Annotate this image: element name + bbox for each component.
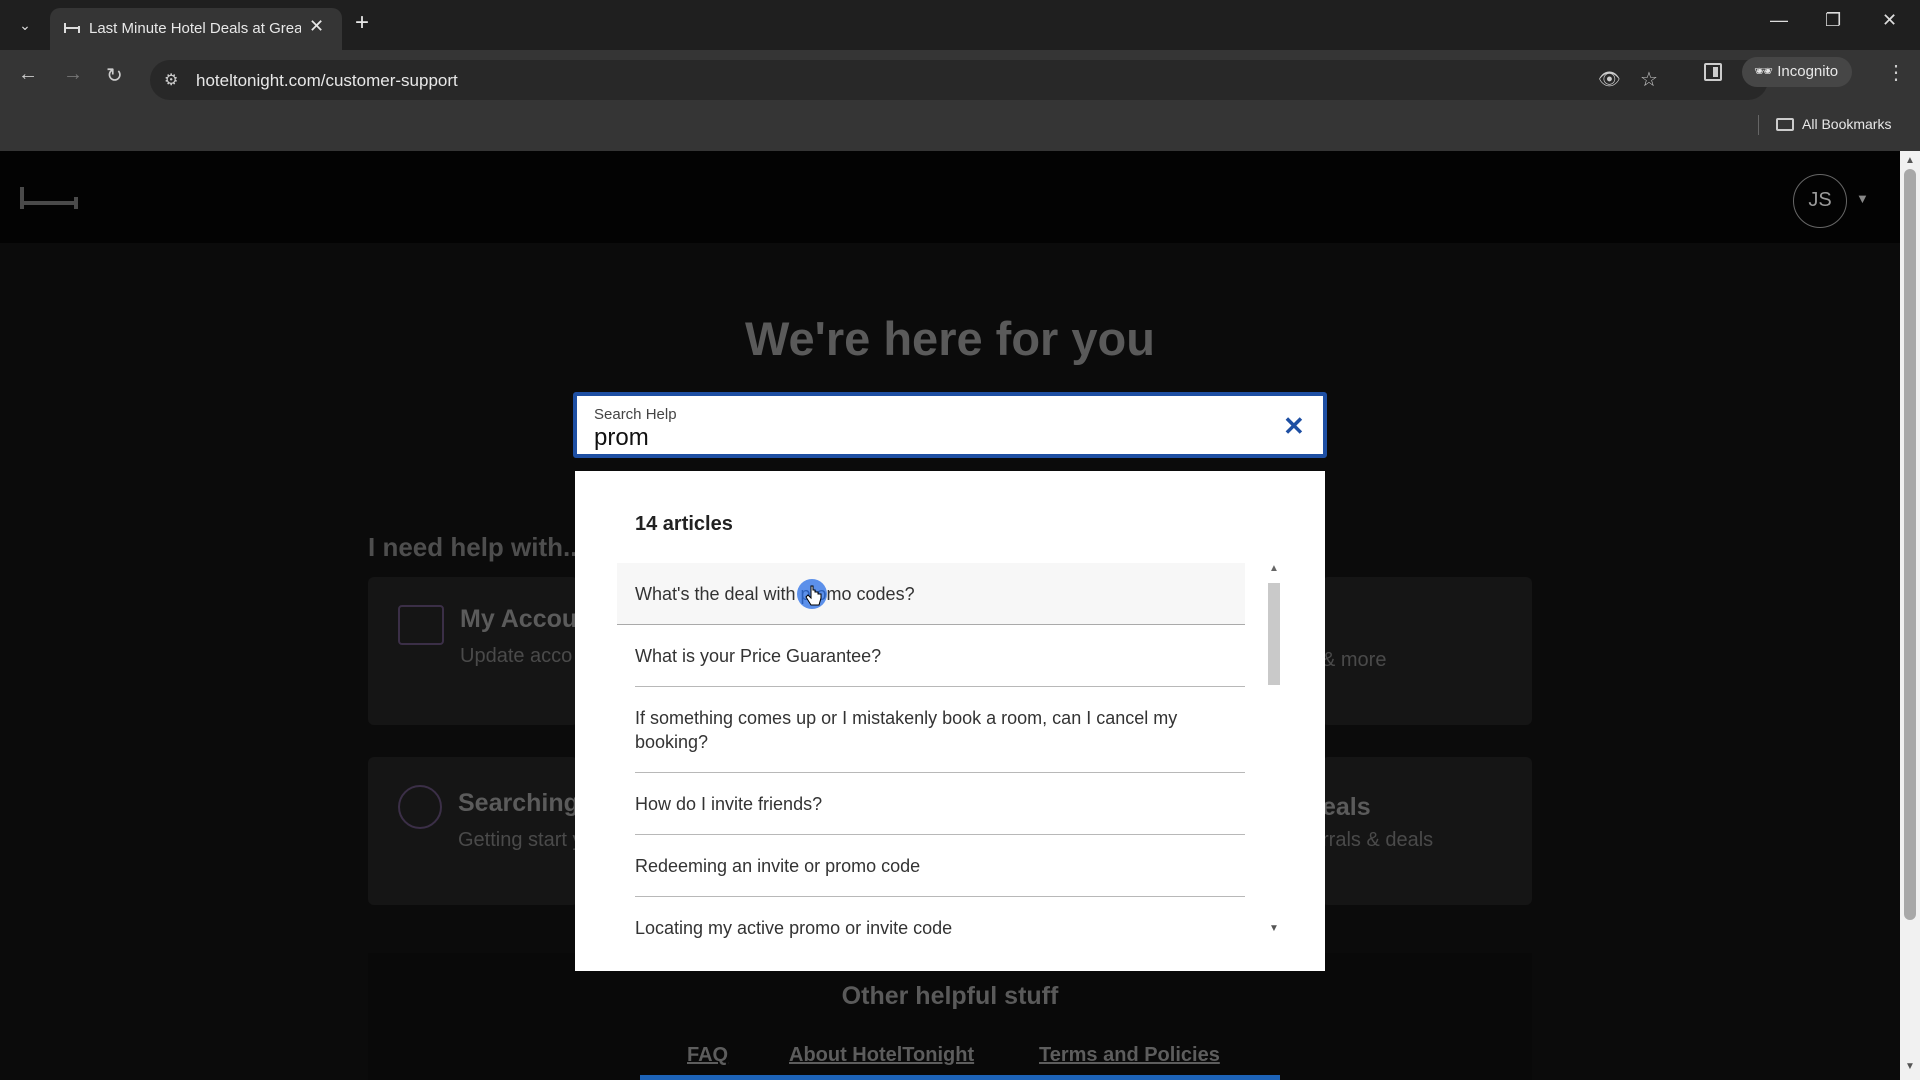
card-title-fragment: eals xyxy=(1322,793,1371,821)
help-card-right-top[interactable]: & more xyxy=(1322,577,1532,725)
card-description: Getting start your booking xyxy=(458,829,588,851)
restore-icon[interactable]: ❐ xyxy=(1825,10,1841,31)
list-item[interactable]: If something comes up or I mistakenly bo… xyxy=(635,687,1245,773)
browser-tab-strip: ⌄ Last Minute Hotel Deals at Grea ✕ + — … xyxy=(0,0,1920,50)
card-description-fragment: rrals & deals xyxy=(1322,829,1434,851)
help-card-right-bottom[interactable]: eals rrals & deals xyxy=(1322,757,1532,905)
tab-search-chevron-icon[interactable]: ⌄ xyxy=(10,13,40,37)
avatar[interactable]: JS xyxy=(1793,174,1847,228)
card-description-fragment: & more xyxy=(1322,649,1387,671)
account-icon xyxy=(398,605,444,645)
active-tab[interactable]: Last Minute Hotel Deals at Grea ✕ xyxy=(50,8,342,50)
scroll-down-icon[interactable]: ▼ xyxy=(1905,1061,1915,1072)
search-results-dropdown: 14 articles What's the deal with promo c… xyxy=(575,471,1325,971)
chevron-down-icon[interactable]: ▼ xyxy=(1856,191,1869,206)
globe-icon xyxy=(398,785,442,829)
list-scroll-down-icon[interactable]: ▼ xyxy=(1269,923,1279,934)
browser-toolbar: ← → ↻ ⚙ hoteltonight.com/customer-suppor… xyxy=(0,50,1920,158)
list-item[interactable]: How do I invite friends? xyxy=(635,773,1245,835)
bookmark-star-icon[interactable]: ☆ xyxy=(1640,67,1658,92)
scrollbar-thumb[interactable] xyxy=(1904,169,1916,920)
card-description: Update acco & codes, and xyxy=(460,645,590,667)
other-helpful-title: Other helpful stuff xyxy=(841,982,1059,1010)
incognito-icon: 🕶 xyxy=(1754,63,1778,80)
page-title: We're here for you xyxy=(745,312,1155,365)
site-settings-icon[interactable]: ⚙ xyxy=(164,70,178,90)
bookmarks-divider xyxy=(1758,115,1759,135)
back-arrow-icon[interactable]: ← xyxy=(18,63,38,86)
list-scroll-up-icon[interactable]: ▲ xyxy=(1269,563,1279,574)
terms-link[interactable]: Terms and Policies xyxy=(1039,1044,1220,1067)
incognito-label: Incognito xyxy=(1777,63,1839,80)
list-scrollbar-thumb[interactable] xyxy=(1268,583,1280,685)
browser-menu-icon[interactable]: ⋮ xyxy=(1886,60,1906,85)
list-item[interactable]: What's the deal with promo codes? xyxy=(617,563,1245,625)
search-help-box[interactable]: Search Help ✕ xyxy=(573,392,1327,458)
list-item[interactable]: Locating my active promo or invite code xyxy=(635,897,1245,938)
page-content: JS ▼ We're here for you I need help with… xyxy=(0,151,1900,1080)
search-input[interactable] xyxy=(594,423,1244,453)
side-panel-icon[interactable] xyxy=(1704,63,1722,81)
reload-icon[interactable]: ↻ xyxy=(106,63,123,88)
mouse-pointer-icon xyxy=(805,585,822,606)
results-count: 14 articles xyxy=(635,513,733,535)
bottom-accent-bar xyxy=(640,1075,1280,1080)
clear-search-close-icon[interactable]: ✕ xyxy=(1283,413,1305,439)
about-link[interactable]: About HotelTonight xyxy=(789,1044,974,1067)
hoteltonight-logo-icon[interactable] xyxy=(20,187,78,209)
forward-arrow-icon[interactable]: → xyxy=(63,63,83,86)
url-text[interactable]: hoteltonight.com/customer-support xyxy=(196,71,458,91)
help-card-my-account[interactable]: My Accou Update acco & codes, and xyxy=(368,577,590,725)
card-title: My Accou xyxy=(460,605,578,633)
hoteltonight-favicon-icon xyxy=(64,23,80,33)
faq-link[interactable]: FAQ xyxy=(687,1044,728,1067)
all-bookmarks-label: All Bookmarks xyxy=(1802,116,1892,132)
tab-title: Last Minute Hotel Deals at Grea xyxy=(89,20,301,37)
card-title: Searching xyxy=(458,789,579,817)
incognito-button[interactable]: 🕶 Incognito xyxy=(1742,57,1853,87)
list-item[interactable]: Redeeming an invite or promo code xyxy=(635,835,1245,897)
minimize-icon[interactable]: — xyxy=(1770,10,1788,31)
search-label: Search Help xyxy=(594,406,677,423)
site-header: JS ▼ xyxy=(0,151,1900,243)
all-bookmarks-button[interactable]: All Bookmarks xyxy=(1776,116,1891,132)
tab-close-icon[interactable]: ✕ xyxy=(309,16,324,37)
results-list: What's the deal with promo codes? What i… xyxy=(617,563,1275,938)
help-heading: I need help with... xyxy=(368,532,585,562)
address-bar[interactable]: ⚙ hoteltonight.com/customer-support 👁 ☆ xyxy=(150,60,1768,100)
list-item[interactable]: What is your Price Guarantee? xyxy=(635,625,1245,687)
page-scrollbar[interactable]: ▲ ▼ xyxy=(1900,151,1920,1080)
scroll-up-icon[interactable]: ▲ xyxy=(1905,155,1915,166)
folder-icon xyxy=(1776,118,1794,131)
new-tab-button[interactable]: + xyxy=(355,9,369,37)
window-close-icon[interactable]: ✕ xyxy=(1882,10,1897,31)
tracking-protection-eye-icon[interactable]: 👁 xyxy=(1598,69,1621,90)
help-card-searching[interactable]: Searching Getting start your booking xyxy=(368,757,588,905)
